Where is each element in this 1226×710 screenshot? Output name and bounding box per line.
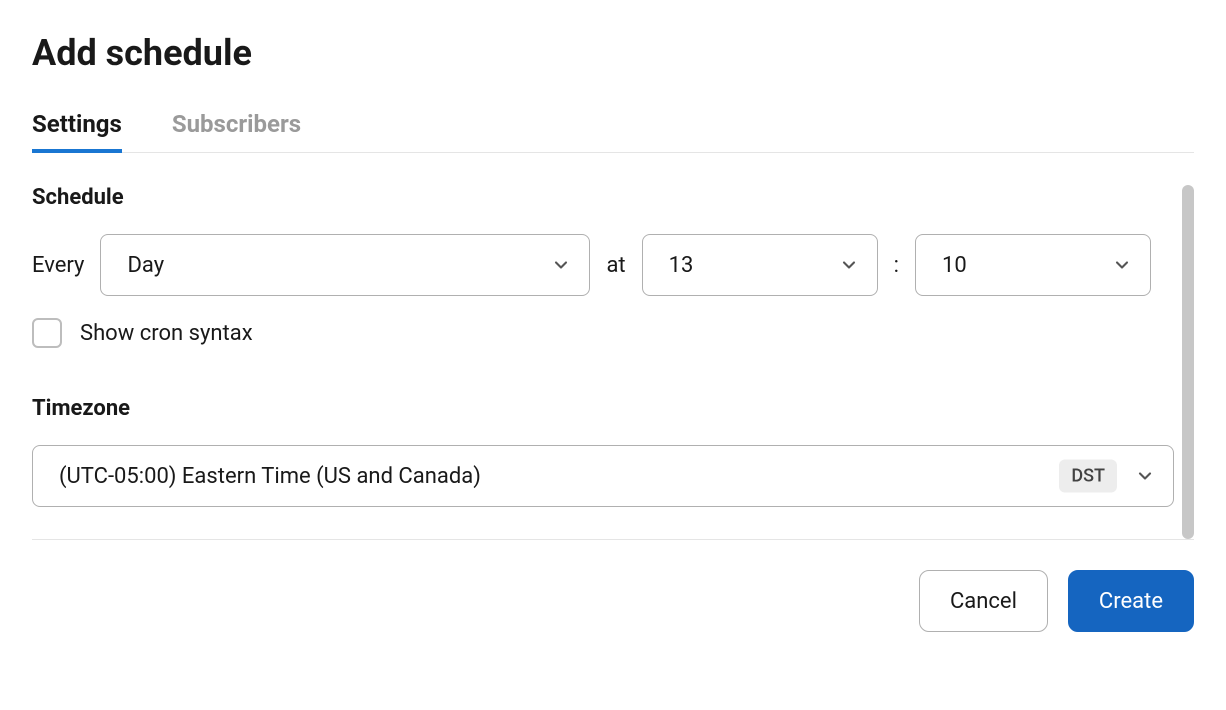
timezone-value: (UTC-05:00) Eastern Time (US and Canada): [59, 464, 481, 489]
minute-value: 10: [942, 253, 967, 278]
tab-subscribers-label: Subscribers: [172, 110, 301, 138]
chevron-down-icon: [1135, 466, 1155, 486]
tab-subscribers[interactable]: Subscribers: [172, 110, 301, 152]
tab-settings-label: Settings: [32, 110, 122, 138]
at-label: at: [606, 253, 625, 278]
frequency-value: Day: [127, 253, 164, 278]
tab-settings[interactable]: Settings: [32, 110, 122, 152]
chevron-down-icon: [839, 255, 859, 275]
chevron-down-icon: [551, 255, 571, 275]
chevron-down-icon: [1112, 255, 1132, 275]
schedule-section-label: Schedule: [32, 185, 1174, 210]
timezone-section-label: Timezone: [32, 396, 1174, 421]
page-title: Add schedule: [32, 32, 1194, 74]
dst-badge: DST: [1059, 460, 1117, 493]
cron-checkbox[interactable]: [32, 318, 62, 348]
content-wrapper: Schedule Every Day at 13 :: [32, 185, 1194, 539]
hour-select[interactable]: 13: [642, 234, 878, 296]
scrollbar-thumb[interactable]: [1182, 185, 1194, 539]
cron-checkbox-label[interactable]: Show cron syntax: [80, 321, 253, 346]
tabs: Settings Subscribers: [32, 110, 1194, 153]
hour-value: 13: [669, 253, 694, 278]
add-schedule-dialog: Add schedule Settings Subscribers Schedu…: [0, 0, 1226, 632]
content: Schedule Every Day at 13 :: [32, 185, 1182, 539]
create-button[interactable]: Create: [1068, 570, 1194, 632]
minute-select[interactable]: 10: [915, 234, 1151, 296]
cancel-button-label: Cancel: [950, 589, 1017, 614]
schedule-row: Every Day at 13 : 10: [32, 234, 1174, 296]
time-colon: :: [894, 253, 899, 278]
frequency-select[interactable]: Day: [100, 234, 590, 296]
dialog-footer: Cancel Create: [32, 539, 1194, 632]
create-button-label: Create: [1099, 589, 1163, 614]
cancel-button[interactable]: Cancel: [919, 570, 1048, 632]
every-label: Every: [32, 253, 84, 278]
scrollbar[interactable]: [1182, 185, 1194, 539]
cron-checkbox-row: Show cron syntax: [32, 318, 1174, 348]
timezone-select[interactable]: (UTC-05:00) Eastern Time (US and Canada)…: [32, 445, 1174, 507]
